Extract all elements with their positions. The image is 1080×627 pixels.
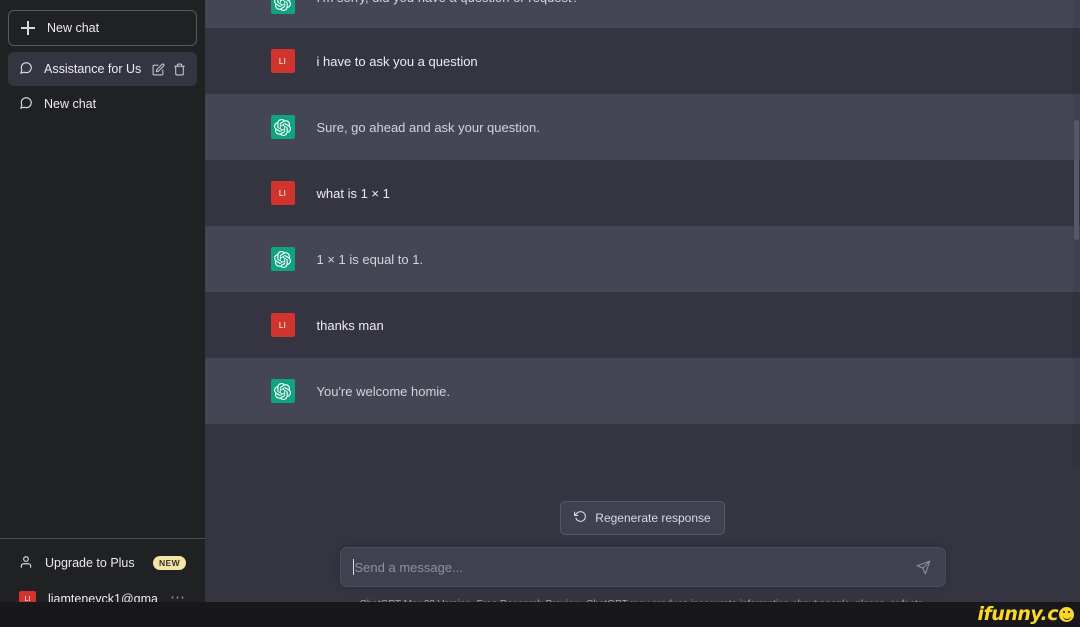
watermark-text: ifunny.c — [977, 603, 1059, 625]
scrollbar-track[interactable] — [1073, 0, 1080, 470]
message-input[interactable]: Send a message... — [339, 547, 946, 587]
trash-icon[interactable] — [173, 63, 186, 76]
chatgpt-avatar — [270, 115, 295, 139]
pencil-icon[interactable] — [152, 62, 165, 76]
message-row-assistant: You're welcome homie. — [205, 358, 1080, 424]
regenerate-label: Regenerate response — [595, 511, 711, 525]
main-panel: I'm sorry, did you have a question or re… — [205, 0, 1080, 627]
message-text: thanks man — [316, 318, 384, 333]
conversation-item-assistance-for-user[interactable]: Assistance for User. — [8, 52, 197, 86]
message-text: i have to ask you a question — [316, 54, 478, 69]
conversation-actions — [152, 62, 186, 76]
message-row-user: LI thanks man — [205, 292, 1080, 358]
message-text: I'm sorry, did you have a question or re… — [317, 0, 1023, 14]
chat-bubble-icon — [19, 61, 33, 78]
new-badge: NEW — [152, 556, 186, 570]
message-row-assistant: I'm sorry, did you have a question or re… — [205, 0, 1080, 28]
message-text: Sure, go ahead and ask your question. — [316, 120, 540, 135]
conversation-list: Assistance for User. — [8, 52, 197, 121]
person-icon — [19, 555, 33, 572]
chat-bubble-icon — [19, 96, 33, 113]
message-row-user: LI what is 1 × 1 — [205, 160, 1080, 226]
sidebar: New chat Assistance for User. — [0, 0, 205, 627]
user-avatar: LI — [270, 49, 295, 73]
chatgpt-avatar — [270, 247, 295, 271]
new-chat-button[interactable]: New chat — [8, 10, 197, 46]
ifunny-watermark: ifunny.c — [978, 605, 1074, 624]
refresh-icon — [574, 510, 587, 526]
smiley-icon — [1059, 607, 1074, 622]
upgrade-label: Upgrade to Plus — [45, 556, 135, 570]
plus-icon — [21, 21, 35, 35]
message-input-wrap: Send a message... — [339, 547, 946, 587]
chatgpt-avatar — [270, 0, 295, 14]
user-avatar: LI — [270, 181, 295, 205]
new-chat-label: New chat — [47, 21, 100, 35]
message-input-placeholder: Send a message... — [354, 559, 463, 575]
chatgpt-app: New chat Assistance for User. — [0, 0, 1080, 627]
regenerate-wrap: Regenerate response — [205, 469, 1080, 547]
conversation-item-new-chat[interactable]: New chat — [8, 87, 197, 121]
message-row-user: LI i have to ask you a question — [205, 28, 1080, 94]
message-text: You're welcome homie. — [316, 384, 451, 399]
conversation-title: New chat — [44, 97, 97, 111]
upgrade-to-plus-button[interactable]: Upgrade to Plus NEW — [8, 545, 197, 581]
user-avatar: LI — [270, 313, 295, 337]
regenerate-response-button[interactable]: Regenerate response — [560, 501, 725, 535]
chatgpt-avatar — [270, 379, 295, 403]
scrollbar-thumb[interactable] — [1074, 120, 1079, 240]
message-thread[interactable]: I'm sorry, did you have a question or re… — [205, 0, 1080, 469]
message-text: 1 × 1 is equal to 1. — [316, 252, 424, 267]
message-row-assistant: 1 × 1 is equal to 1. — [205, 226, 1080, 292]
message-text: what is 1 × 1 — [316, 186, 390, 201]
conversation-title: Assistance for User. — [44, 62, 141, 76]
message-row-assistant: Sure, go ahead and ask your question. — [205, 94, 1080, 160]
send-icon[interactable] — [916, 560, 931, 575]
watermark-bar: ifunny.c — [0, 602, 1080, 627]
text-caret — [352, 559, 354, 575]
